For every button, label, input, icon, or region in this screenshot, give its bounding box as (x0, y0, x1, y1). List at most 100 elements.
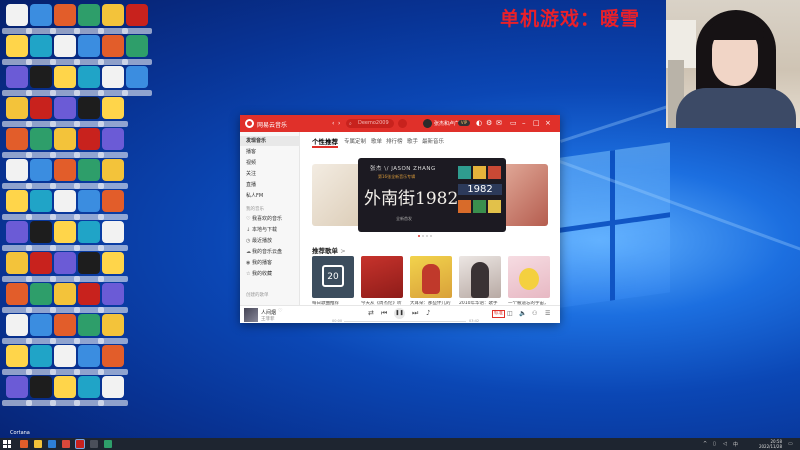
desktop-shortcut-icon[interactable] (6, 159, 28, 181)
playlist-cover[interactable] (361, 256, 403, 298)
desktop-shortcut-icon[interactable] (78, 97, 100, 119)
sidebar-item-my-podcast[interactable]: ◉ 我的播客 (240, 258, 300, 268)
desktop-shortcut-icon[interactable] (6, 376, 28, 398)
sidebar-item-podcast[interactable]: 播客 (240, 147, 300, 157)
desktop-shortcut-icon[interactable] (6, 66, 28, 88)
now-playing-song[interactable]: 人间烟 (261, 309, 276, 316)
netease-music-taskbar-icon[interactable] (75, 439, 85, 449)
desktop-shortcut-icon[interactable] (54, 66, 76, 88)
sidebar-item-live[interactable]: 直播 (240, 180, 300, 190)
desktop-shortcut-icon[interactable] (54, 159, 76, 181)
maximize-icon[interactable]: □ (533, 119, 540, 127)
desktop-shortcut-icon[interactable] (78, 190, 100, 212)
tab-new-music[interactable]: 最新音乐 (422, 137, 444, 145)
desktop-shortcut-icon[interactable] (6, 221, 28, 243)
desktop-shortcut-icon[interactable] (102, 4, 124, 26)
desktop-shortcut-icon[interactable] (54, 345, 76, 367)
desktop-shortcut-icon[interactable] (78, 221, 100, 243)
play-pause-button[interactable]: ❚❚ (394, 308, 405, 319)
desktop-shortcut-icon[interactable] (6, 128, 28, 150)
desktop-shortcut-icon[interactable] (30, 159, 52, 181)
sidebar-item-liked[interactable]: ♡ 我喜欢的音乐 (240, 214, 300, 224)
playlist-cover[interactable] (508, 256, 550, 298)
desktop-shortcut-icon[interactable] (126, 66, 148, 88)
banner-main-slide[interactable]: 张杰 \/ JASON ZHANG 第16张全新音乐专辑 外南街1982 全新首… (358, 158, 506, 232)
close-icon[interactable]: × (545, 119, 551, 127)
playlist-cover[interactable]: 20 (312, 256, 354, 298)
tab-recommend[interactable]: 个性推荐 (312, 136, 338, 148)
desktop-shortcut-icon[interactable] (6, 190, 28, 212)
desktop-shortcut-icon[interactable] (102, 159, 124, 181)
ime-icon[interactable]: 中 (733, 441, 738, 448)
desktop-shortcut-icon[interactable] (102, 252, 124, 274)
taskbar-app-icon[interactable] (20, 440, 28, 448)
mail-icon[interactable]: ✉ (496, 119, 502, 127)
taskbar-app-icon[interactable] (62, 440, 70, 448)
mic-icon[interactable] (398, 119, 407, 128)
playlist-cover[interactable] (410, 256, 452, 298)
desktop-shortcut-icon[interactable] (54, 35, 76, 57)
tab-playlists[interactable]: 歌单 (371, 137, 382, 145)
shuffle-icon[interactable]: ⇄ (368, 309, 374, 317)
sidebar-item-collection[interactable]: ☆ 我的收藏 (240, 269, 300, 279)
skin-icon[interactable]: ◐ (476, 119, 482, 127)
desktop-shortcut-icon[interactable] (6, 314, 28, 336)
quality-badge[interactable]: 标准 (492, 310, 505, 318)
desktop-shortcut-icon[interactable] (78, 4, 100, 26)
desktop-shortcut-icon[interactable] (30, 283, 52, 305)
carousel-dot[interactable] (422, 235, 424, 237)
user-avatar[interactable] (423, 119, 432, 128)
desktop-shortcut-icon[interactable] (54, 376, 76, 398)
desktop-shortcut-icon[interactable] (102, 314, 124, 336)
desktop-shortcut-icon[interactable] (30, 252, 52, 274)
desktop-shortcut-icon[interactable] (102, 221, 124, 243)
listen-together-icon[interactable]: ⚇ (532, 310, 537, 317)
carousel-dot[interactable] (426, 235, 428, 237)
playlist-card[interactable]: 20 每日歌曲推荐 (312, 256, 354, 312)
cortana-label[interactable]: Cortana (10, 430, 30, 436)
sidebar-item-local[interactable]: ↓ 本地与下载 (240, 225, 300, 235)
desktop-shortcut-icon[interactable] (6, 35, 28, 57)
desktop-shortcut-icon[interactable] (102, 66, 124, 88)
desktop-shortcut-icon[interactable] (102, 376, 124, 398)
desktop-shortcut-icon[interactable] (30, 4, 52, 26)
desktop-shortcut-icon[interactable] (30, 376, 52, 398)
sidebar-item-cloud[interactable]: ☁我的音乐云盘 (240, 247, 300, 257)
desktop-shortcut-icon[interactable] (78, 35, 100, 57)
desktop-shortcut-icon[interactable] (30, 314, 52, 336)
desktop-shortcut-icon[interactable] (78, 252, 100, 274)
file-explorer-icon[interactable] (34, 440, 42, 448)
desktop-shortcut-icon[interactable] (54, 190, 76, 212)
taskbar-app-icon[interactable] (104, 440, 112, 448)
desktop-shortcut-icon[interactable] (54, 4, 76, 26)
desktop-shortcut-icon[interactable] (78, 376, 100, 398)
sidebar-item-recent[interactable]: ◷ 最近播放 (240, 236, 300, 246)
music-titlebar[interactable]: 网易云音乐 ‹ › ⌕ Deemo2009 张杰和卢广仲 VIP ◐ ⚙ ✉ ▭… (240, 115, 560, 132)
desktop-shortcut-icon[interactable] (54, 128, 76, 150)
desktop-shortcut-icon[interactable] (78, 314, 100, 336)
music-app-window[interactable]: 网易云音乐 ‹ › ⌕ Deemo2009 张杰和卢广仲 VIP ◐ ⚙ ✉ ▭… (240, 115, 560, 323)
back-arrow-icon[interactable]: ‹ (332, 120, 334, 127)
minimize-icon[interactable]: – (522, 119, 526, 127)
desktop-shortcut-icon[interactable] (78, 159, 100, 181)
desktop-shortcut-icon[interactable] (6, 4, 28, 26)
mini-mode-icon[interactable]: ▭ (510, 119, 517, 127)
now-playing-artist[interactable]: 王菲菲 (261, 316, 275, 322)
sidebar-item-fm[interactable]: 私人FM (240, 191, 300, 201)
desktop-shortcut-icon[interactable] (54, 97, 76, 119)
carousel-dot[interactable] (430, 235, 432, 237)
volume-icon[interactable]: 🔈 (519, 310, 526, 317)
desktop-shortcut-icon[interactable] (30, 128, 52, 150)
volume-tray-icon[interactable]: ◁ (723, 441, 727, 447)
vip-badge[interactable]: VIP (458, 120, 470, 126)
settings-icon[interactable]: ⚙ (486, 119, 492, 127)
desktop-shortcut-icon[interactable] (78, 345, 100, 367)
tray-chevron-icon[interactable]: ^ (703, 441, 707, 447)
desktop-shortcut-icon[interactable] (30, 66, 52, 88)
sidebar-item-video[interactable]: 视频 (240, 158, 300, 168)
desktop-shortcut-icon[interactable] (30, 97, 52, 119)
desktop-shortcut-icon[interactable] (78, 283, 100, 305)
progress-bar[interactable] (344, 321, 466, 322)
desktop-shortcut-icon[interactable] (54, 252, 76, 274)
taskbar-app-icon[interactable] (90, 440, 98, 448)
